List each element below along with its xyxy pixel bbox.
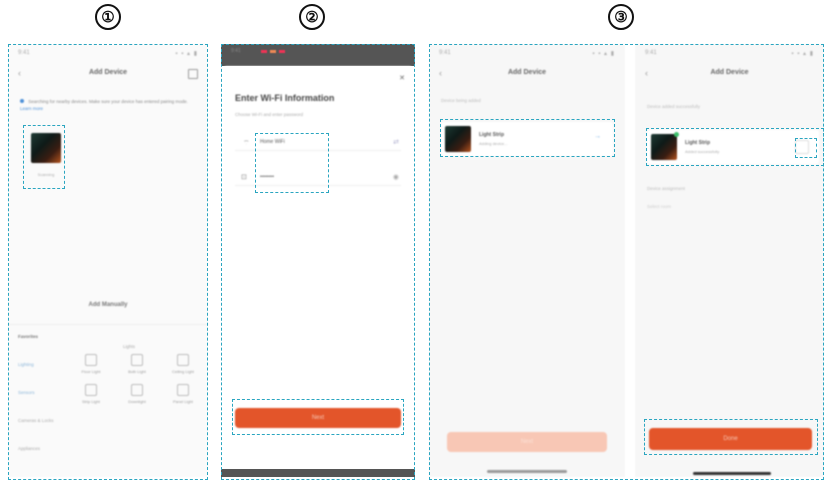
step-number-3: ③ bbox=[608, 4, 634, 30]
highlight-device-card bbox=[440, 119, 615, 157]
highlight-checkbox bbox=[795, 138, 817, 158]
highlight-found-device bbox=[23, 125, 65, 189]
highlight-screen-1 bbox=[8, 44, 208, 480]
highlight-screen-3 bbox=[429, 44, 824, 480]
highlight-next-button bbox=[232, 399, 404, 435]
step-number-2: ② bbox=[299, 4, 325, 30]
step-number-1: ① bbox=[95, 4, 121, 30]
highlight-wifi-fields bbox=[255, 133, 329, 193]
highlight-done-button bbox=[644, 419, 818, 455]
